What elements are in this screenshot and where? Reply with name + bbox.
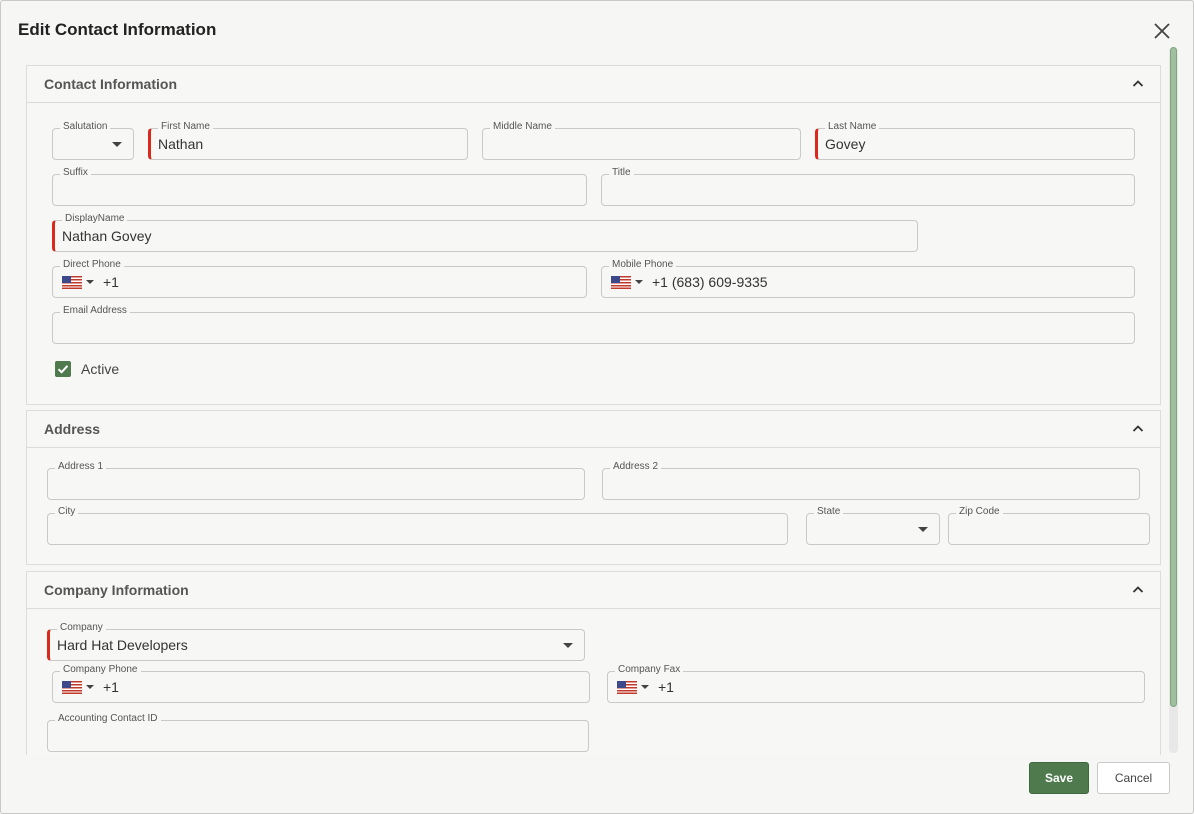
us-flag-icon[interactable]	[62, 276, 82, 289]
state-select[interactable]: State	[806, 505, 940, 545]
salutation-select[interactable]: Salutation	[52, 120, 134, 160]
field-label: Middle Name	[490, 120, 555, 134]
field-label: DisplayName	[62, 212, 128, 226]
company-information-section: Company Information Company Hard Hat Dev…	[26, 571, 1161, 755]
us-flag-icon[interactable]	[617, 681, 637, 694]
field-label: Company	[57, 621, 106, 635]
caret-down-icon	[918, 527, 928, 532]
active-checkbox[interactable]	[55, 361, 71, 377]
address-section-header[interactable]: Address	[27, 411, 1160, 448]
section-title: Address	[44, 421, 101, 437]
contact-section-header[interactable]: Contact Information	[27, 66, 1160, 103]
field-label: First Name	[158, 120, 213, 134]
save-button[interactable]: Save	[1029, 762, 1089, 794]
field-label: State	[814, 505, 844, 519]
phone-value: +1	[103, 679, 119, 695]
chevron-up-icon[interactable]	[1132, 423, 1144, 435]
email-field[interactable]: Email Address	[52, 304, 1135, 344]
field-label: Direct Phone	[60, 258, 124, 272]
field-label: Company Phone	[60, 663, 141, 677]
field-label: Suffix	[60, 166, 91, 180]
middle-name-field[interactable]: Middle Name	[482, 120, 801, 160]
company-section-header[interactable]: Company Information	[27, 572, 1160, 609]
first-name-field[interactable]: First Name Nathan	[148, 120, 468, 160]
field-label: Last Name	[825, 120, 880, 134]
section-title: Contact Information	[44, 76, 177, 92]
field-label: Salutation	[60, 120, 111, 134]
edit-contact-dialog: Edit Contact Information Contact Informa…	[0, 0, 1194, 814]
dialog-title: Edit Contact Information	[18, 20, 217, 39]
suffix-field[interactable]: Suffix	[52, 166, 587, 206]
last-name-field[interactable]: Last Name Govey	[815, 120, 1135, 160]
us-flag-icon[interactable]	[611, 276, 631, 289]
section-title: Company Information	[44, 582, 189, 598]
field-value: Hard Hat Developers	[57, 637, 188, 653]
field-label: Title	[609, 166, 634, 180]
phone-value: +1	[103, 274, 119, 290]
caret-down-icon	[641, 685, 649, 689]
field-label: City	[55, 505, 79, 519]
check-icon	[57, 365, 69, 374]
direct-phone-field[interactable]: Direct Phone +1	[52, 258, 587, 298]
city-field[interactable]: City	[47, 505, 788, 545]
zip-code-field[interactable]: Zip Code	[948, 505, 1150, 545]
address2-field[interactable]: Address 2	[602, 460, 1140, 500]
phone-value: +1 (683) 609-9335	[652, 274, 768, 290]
field-label: Address 2	[610, 460, 662, 474]
mobile-phone-field[interactable]: Mobile Phone +1 (683) 609-9335	[601, 258, 1135, 298]
accounting-contact-id-field[interactable]: Accounting Contact ID	[47, 712, 589, 752]
title-field[interactable]: Title	[601, 166, 1135, 206]
field-label: Zip Code	[956, 505, 1003, 519]
phone-value: +1	[658, 679, 674, 695]
address-section: Address Address 1 Address 2 City State Z…	[26, 410, 1161, 565]
field-label: Email Address	[60, 304, 130, 318]
caret-down-icon	[86, 685, 94, 689]
us-flag-icon[interactable]	[62, 681, 82, 694]
contact-information-section: Contact Information Salutation First Nam…	[26, 65, 1161, 405]
chevron-up-icon[interactable]	[1132, 78, 1144, 90]
field-label: Accounting Contact ID	[55, 712, 161, 726]
address1-field[interactable]: Address 1	[47, 460, 585, 500]
field-label: Company Fax	[615, 663, 684, 677]
company-fax-field[interactable]: Company Fax +1	[607, 663, 1145, 703]
caret-down-icon	[563, 643, 573, 648]
caret-down-icon	[635, 280, 643, 284]
close-icon[interactable]	[1152, 21, 1172, 41]
field-value: Nathan Govey	[62, 228, 152, 244]
chevron-up-icon[interactable]	[1132, 584, 1144, 596]
company-phone-field[interactable]: Company Phone +1	[52, 663, 590, 703]
field-value: Govey	[825, 136, 866, 152]
display-name-field[interactable]: DisplayName Nathan Govey	[52, 212, 918, 252]
scrollbar-thumb[interactable]	[1170, 47, 1177, 707]
field-value: Nathan	[158, 136, 204, 152]
company-select[interactable]: Company Hard Hat Developers	[47, 621, 585, 661]
cancel-button[interactable]: Cancel	[1097, 762, 1170, 794]
dialog-scroll-area[interactable]: Contact Information Salutation First Nam…	[26, 65, 1161, 755]
caret-down-icon	[112, 142, 122, 147]
active-label[interactable]: Active	[81, 361, 119, 377]
caret-down-icon	[86, 280, 94, 284]
field-label: Address 1	[55, 460, 107, 474]
field-label: Mobile Phone	[609, 258, 677, 272]
